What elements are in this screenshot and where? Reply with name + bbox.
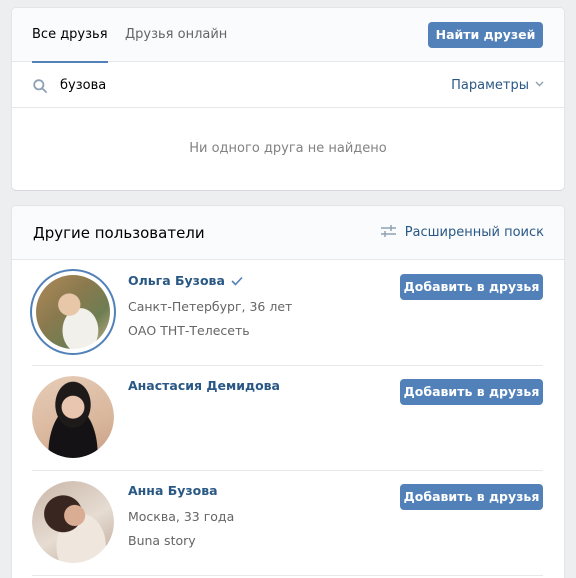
user-row: Ольга Бузова Санкт-Петербург, 36 лет ОАО… xyxy=(32,261,543,366)
user-work: ОАО ТНТ-Телесеть xyxy=(128,323,250,338)
chevron-down-icon xyxy=(535,81,544,87)
avatar-photo xyxy=(32,481,114,563)
tab-friends-online-label: Друзья онлайн xyxy=(125,27,228,42)
search-icon xyxy=(33,79,47,93)
avatar[interactable] xyxy=(32,376,114,458)
user-location: Москва, 33 года xyxy=(128,509,235,524)
find-friends-button[interactable]: Найти друзей xyxy=(428,22,543,48)
parameters-dropdown[interactable]: Параметры xyxy=(451,63,544,108)
friends-card: Все друзья Друзья онлайн Найти друзей бу… xyxy=(12,8,564,190)
user-work: Buna story xyxy=(128,533,196,548)
other-users-card: Другие пользователи Расширенный поиск Ол… xyxy=(12,206,564,578)
filter-sliders-icon xyxy=(380,225,396,237)
user-location: Санкт-Петербург, 36 лет xyxy=(128,299,293,314)
avatar[interactable] xyxy=(32,271,114,353)
parameters-label: Параметры xyxy=(451,78,529,93)
tab-all-friends-label: Все друзья xyxy=(32,27,108,42)
friends-tabs: Все друзья Друзья онлайн Найти друзей xyxy=(12,8,564,63)
tab-friends-online[interactable]: Друзья онлайн xyxy=(125,8,227,62)
user-row: Анна Бузова Москва, 33 года Buna story Д… xyxy=(32,471,543,576)
advanced-search-label: Расширенный поиск xyxy=(404,225,544,240)
user-name-text: Анна Бузова xyxy=(128,483,218,498)
user-name[interactable]: Анна Бузова xyxy=(128,483,218,498)
tab-all-friends[interactable]: Все друзья xyxy=(32,8,108,63)
empty-result-message: Ни одного друга не найдено xyxy=(189,141,387,156)
user-name-text: Ольга Бузова xyxy=(128,273,225,288)
user-name[interactable]: Ольга Бузова xyxy=(128,273,243,288)
user-name[interactable]: Анастасия Демидова xyxy=(128,378,280,393)
verified-check-icon xyxy=(231,276,243,286)
add-friend-button[interactable]: Добавить в друзья xyxy=(400,484,543,510)
other-users-header: Другие пользователи Расширенный поиск xyxy=(12,206,564,260)
add-friend-button[interactable]: Добавить в друзья xyxy=(400,274,543,300)
other-users-title: Другие пользователи xyxy=(33,224,205,242)
advanced-search-link[interactable]: Расширенный поиск xyxy=(380,206,544,260)
search-row: бузова Параметры xyxy=(12,63,564,108)
avatar-photo xyxy=(36,275,110,349)
avatar[interactable] xyxy=(32,481,114,563)
search-input[interactable]: бузова xyxy=(60,63,106,108)
avatar-photo xyxy=(32,376,114,458)
add-friend-button[interactable]: Добавить в друзья xyxy=(400,379,543,405)
user-name-text: Анастасия Демидова xyxy=(128,378,280,393)
user-row: Анастасия Демидова Добавить в друзья xyxy=(32,366,543,471)
